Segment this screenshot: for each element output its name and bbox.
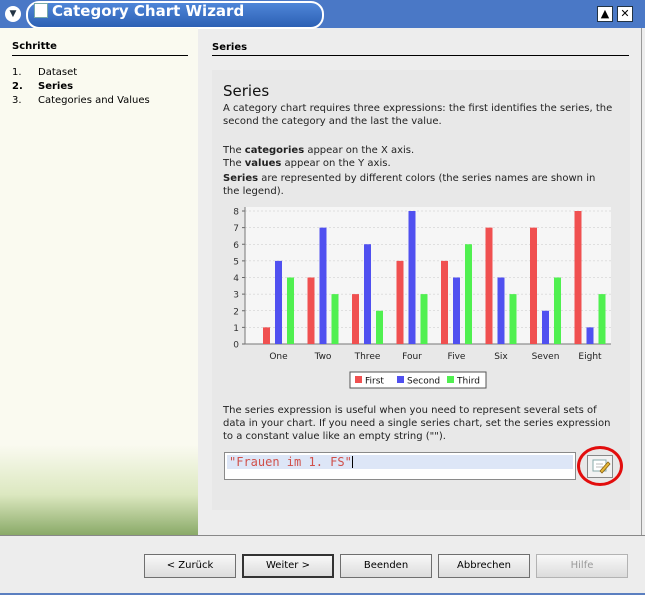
step-dataset: 1. Dataset [12,67,78,78]
legend-label: Third [456,377,480,387]
maximize-icon[interactable]: ▲ [597,6,613,22]
x-tick-label: Five [448,352,466,362]
wizard-window: ▼ Category Chart Wizard ▲ ✕ Schritte 1. D… [0,0,645,595]
steps-heading: Schritte [12,41,57,52]
bar-second [586,327,594,344]
bar-first [574,211,582,344]
legend-swatch [397,376,404,383]
bar-third [420,294,428,344]
bar-second [275,260,282,344]
bar-second [319,227,327,344]
close-icon[interactable]: ✕ [617,6,633,22]
x-tick-label: Six [494,352,508,362]
panel-header: Series [212,42,248,53]
bar-second [453,277,460,344]
bar-third [465,244,472,344]
bar-third [331,294,339,344]
series-note: Series are represented by different colo… [223,173,596,197]
decorative-swirl [0,445,198,535]
expression-value: "Frauen im 1. FS" [229,455,353,469]
bar-second [497,277,505,344]
y-tick-label: 0 [233,341,239,351]
finish-button[interactable]: Beenden [340,554,432,578]
y-tick-label: 2 [233,307,239,317]
legend-swatch [355,376,362,383]
button-separator [0,535,645,536]
highlight-annotation [577,446,623,486]
bar-second [364,244,371,344]
x-tick-label: Seven [532,352,560,362]
categories-note: The categories appear on the X axis. [223,145,415,156]
y-tick-label: 8 [233,208,239,218]
step-series: 2. Series [12,81,74,92]
bar-second [542,310,549,344]
x-tick-label: Eight [578,352,602,362]
bar-second [408,211,416,344]
bar-third [554,277,561,344]
panel-title: Series [223,82,270,100]
window-title: Category Chart Wizard [52,2,245,20]
title-bar: ▼ Category Chart Wizard ▲ ✕ [0,0,645,29]
app-icon [34,3,48,18]
panel-divider [212,55,629,56]
bar-first [396,260,404,344]
bar-first [307,277,315,344]
series-expression-field[interactable]: "Frauen im 1. FS" [224,452,576,480]
x-tick-label: Four [402,352,422,362]
bar-first [441,260,448,344]
bar-third [287,277,294,344]
y-tick-label: 4 [233,274,239,284]
bar-third [509,294,517,344]
bar-first [530,227,537,344]
x-tick-label: One [269,352,288,362]
x-tick-label: Two [314,352,332,362]
x-tick-label: Three [354,352,381,362]
y-tick-label: 7 [233,224,239,234]
bar-third [376,310,383,344]
step-categories-values: 3. Categories and Values [12,95,150,106]
y-tick-label: 1 [233,324,239,334]
legend-swatch [447,376,454,383]
help-button[interactable]: Hilfe [536,554,628,578]
bar-first [485,227,493,344]
window-menu-button[interactable]: ▼ [5,6,21,22]
steps-divider [12,55,188,56]
bar-first [263,327,270,344]
bar-first [352,294,359,344]
y-tick-label: 3 [233,291,239,301]
intro-text: A category chart requires three expressi… [223,103,613,127]
bar-third [598,294,606,344]
cancel-button[interactable]: Abbrechen [438,554,530,578]
legend-label: First [365,377,384,387]
steps-pane: Schritte 1. Dataset 2. Series 3. Categories… [0,28,198,535]
help-text: The series expression is useful when you… [223,405,611,442]
y-tick-label: 6 [233,241,239,251]
example-bar-chart: 0 1 2 3 4 5 6 7 8 One Two Three Four Five Six Seven Eigh… [233,207,611,389]
legend-label: Second [407,377,440,387]
right-border [641,28,642,535]
values-note: The values appear on the Y axis. [223,158,391,169]
next-button[interactable]: Weiter > [242,554,334,578]
back-button[interactable]: < Zurück [144,554,236,578]
y-tick-label: 5 [233,257,239,267]
